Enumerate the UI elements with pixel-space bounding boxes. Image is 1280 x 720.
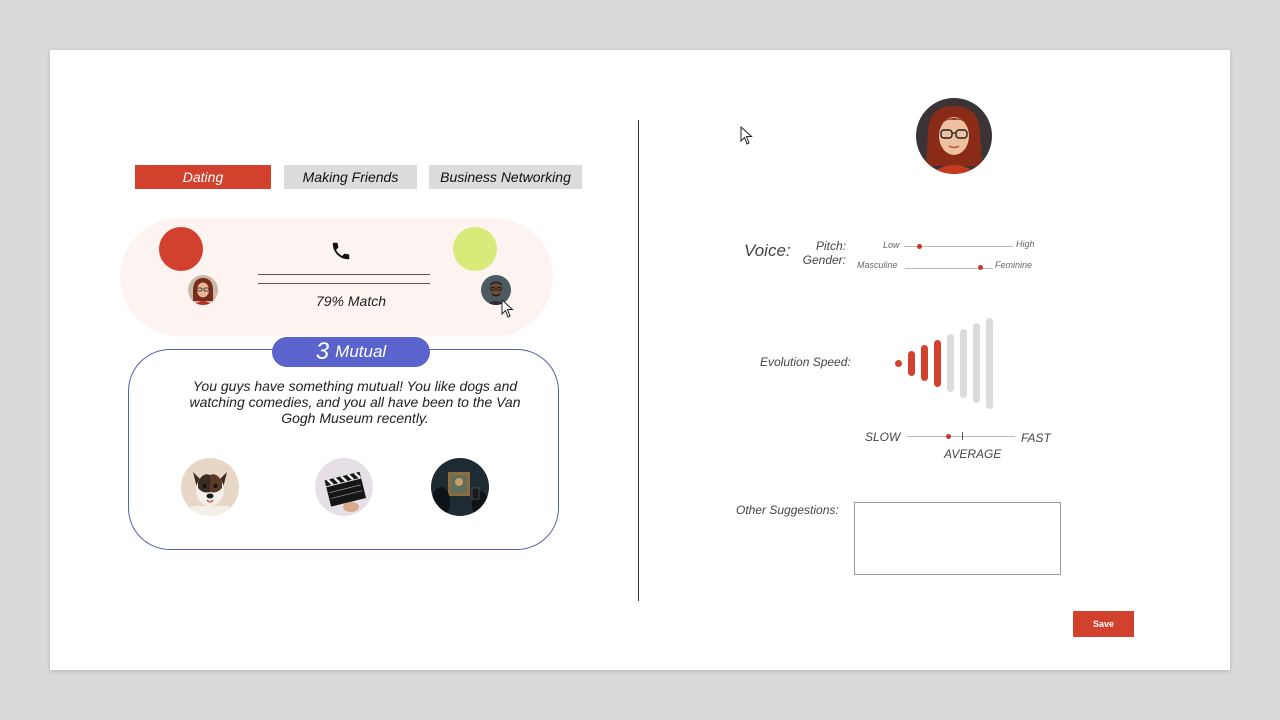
connection-line-bottom <box>258 283 430 284</box>
evolution-speed-bar[interactable] <box>908 350 915 376</box>
mouse-cursor-icon <box>740 125 754 146</box>
panel-divider <box>638 120 639 601</box>
mutual-count: 3 <box>315 338 330 365</box>
speed-slider-track[interactable] <box>907 436 1015 437</box>
gender-label: Gender: <box>802 253 846 267</box>
pitch-slider-knob[interactable] <box>916 244 922 249</box>
mouse-cursor-icon <box>501 298 515 319</box>
film-clapperboard-photo[interactable] <box>315 458 373 516</box>
museum-painting-photo[interactable] <box>431 458 489 516</box>
evolution-speed-bar[interactable] <box>921 345 928 381</box>
gender-feminine-label: Feminine <box>995 260 1033 270</box>
user-a-indicator <box>159 227 203 271</box>
other-suggestions-input[interactable] <box>854 502 1061 575</box>
evolution-speed-bar[interactable] <box>934 339 941 387</box>
match-percentage: 79% Match <box>315 293 387 309</box>
pitch-label: Pitch: <box>815 239 846 253</box>
evolution-speed-bar[interactable] <box>973 323 980 403</box>
speed-average-tick <box>962 432 963 440</box>
phone-icon[interactable] <box>330 240 352 262</box>
mutual-description: You guys have something mutual! You like… <box>189 378 521 426</box>
tab-dating[interactable]: Dating <box>135 165 271 189</box>
pitch-low-label: Low <box>883 240 900 250</box>
pitch-high-label: High <box>1016 239 1035 249</box>
slide-canvas: Dating Making Friends Business Networkin… <box>50 50 1230 670</box>
evolution-speed-label: Evolution Speed: <box>760 355 851 369</box>
speed-average-label: AVERAGE <box>944 447 1002 461</box>
profile-avatar[interactable] <box>916 98 992 174</box>
tab-making-friends[interactable]: Making Friends <box>284 165 417 189</box>
user-a-avatar[interactable] <box>188 275 218 305</box>
voice-label: Voice: <box>744 241 791 260</box>
evolution-speed-bar[interactable] <box>960 328 967 398</box>
user-b-indicator <box>453 227 497 271</box>
connection-line-top <box>258 274 430 275</box>
other-suggestions-label: Other Suggestions: <box>736 503 839 517</box>
speed-slow-label: SLOW <box>865 430 901 444</box>
mutual-badge: 3 Mutual <box>272 337 430 367</box>
speed-slider-knob[interactable] <box>945 434 951 439</box>
evolution-speed-bar[interactable] <box>986 317 993 409</box>
mutual-label: Mutual <box>335 342 387 361</box>
tab-business-networking[interactable]: Business Networking <box>429 165 582 189</box>
gender-slider-knob[interactable] <box>978 265 984 270</box>
dog-photo[interactable] <box>181 458 239 516</box>
speed-fast-label: FAST <box>1021 431 1051 445</box>
evolution-speed-bar[interactable] <box>947 334 954 392</box>
evolution-speed-bars[interactable] <box>895 312 995 409</box>
evolution-speed-bar[interactable] <box>895 359 902 367</box>
gender-masculine-label: Masculine <box>857 260 898 270</box>
save-button[interactable]: Save <box>1073 611 1134 637</box>
